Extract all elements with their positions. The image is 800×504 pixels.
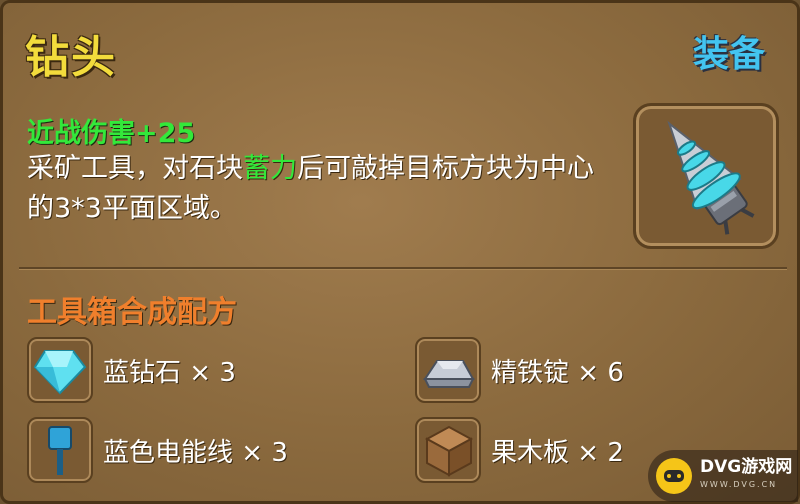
recipe-title: 工具箱合成配方 xyxy=(27,295,237,330)
item-tooltip-panel: 钻头 装备 近战伤害+25 采矿工具，对石块蓄力后可敲掉目标方块为中心的3*3平… xyxy=(0,0,800,504)
recipe-ingredient-4: 果木板 × 2 xyxy=(415,417,624,483)
ingredient-label: 蓝钻石 × 3 xyxy=(103,357,236,388)
ingredient-label: 果木板 × 2 xyxy=(491,437,624,468)
blue-diamond-icon xyxy=(33,350,87,395)
ingredient-label: 精铁锭 × 6 xyxy=(491,357,624,388)
item-stat: 近战伤害+25 xyxy=(27,118,196,149)
item-description: 采矿工具，对石块蓄力后可敲掉目标方块为中心的3*3平面区域。 xyxy=(27,149,617,229)
watermark-logo: DVG游戏网 WWW.DVG.CN xyxy=(648,450,798,502)
ingredient-label: 蓝色电能线 × 3 xyxy=(103,437,288,468)
item-name: 钻头 xyxy=(25,32,117,83)
desc-highlight: 蓄力 xyxy=(243,153,297,184)
recipe-ingredient-3: 蓝色电能线 × 3 xyxy=(27,417,288,483)
ingredient-icon-frame xyxy=(27,337,93,403)
ingredient-icon-frame xyxy=(27,417,93,483)
recipe-ingredient-1: 蓝钻石 × 3 xyxy=(27,337,236,403)
wood-plank-icon xyxy=(424,425,474,477)
drill-icon xyxy=(667,120,755,235)
item-category-tag: 装备 xyxy=(692,34,765,75)
watermark-name: DVG游戏网 xyxy=(700,457,793,477)
watermark-url: WWW.DVG.CN xyxy=(700,480,778,489)
gamepad-icon xyxy=(656,458,692,494)
recipe-ingredient-2: 精铁锭 × 6 xyxy=(415,337,624,403)
watermark-text: DVG游戏网 WWW.DVG.CN xyxy=(700,458,792,494)
ingredient-icon-frame xyxy=(415,417,481,483)
item-icon-frame xyxy=(633,103,779,249)
desc-text-1: 采矿工具，对石块 xyxy=(27,153,243,184)
section-divider xyxy=(19,267,787,269)
ingredient-icon-frame xyxy=(415,337,481,403)
blue-wire-icon xyxy=(48,426,72,475)
iron-ingot-icon xyxy=(423,360,475,388)
